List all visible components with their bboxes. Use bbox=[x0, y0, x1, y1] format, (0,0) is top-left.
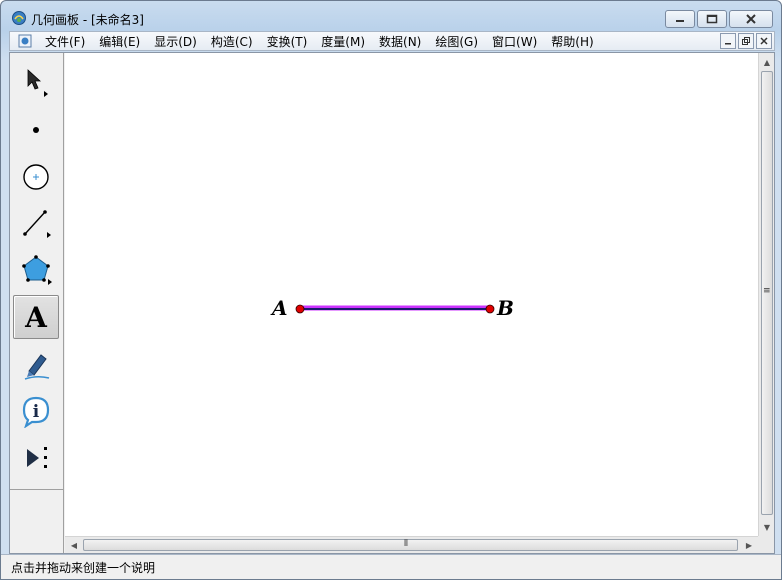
selection-arrow-tool[interactable] bbox=[13, 61, 59, 105]
scroll-right-arrow-icon[interactable]: ▶ bbox=[742, 538, 756, 552]
point-tool[interactable] bbox=[13, 107, 59, 151]
scrollbar-corner bbox=[758, 536, 774, 553]
information-tool[interactable]: i bbox=[13, 389, 59, 433]
vertical-scrollbar[interactable]: ▲ ≡ ▼ bbox=[758, 53, 774, 536]
arrow-select-icon bbox=[27, 69, 48, 97]
scroll-left-arrow-icon[interactable]: ◀ bbox=[67, 538, 81, 552]
doc-close-button[interactable] bbox=[756, 33, 772, 49]
point-b[interactable] bbox=[485, 304, 495, 314]
point-a-label[interactable]: A bbox=[272, 296, 288, 320]
sketch-drawing bbox=[295, 304, 495, 314]
marker-icon bbox=[24, 354, 50, 380]
grip-icon: ⦀ bbox=[404, 539, 408, 549]
restore-icon bbox=[742, 37, 750, 45]
menu-graph[interactable]: 绘图(G) bbox=[428, 33, 485, 50]
menu-edit[interactable]: 编辑(E) bbox=[92, 33, 147, 50]
toolbox-divider bbox=[10, 489, 63, 490]
document-icon[interactable] bbox=[18, 34, 32, 48]
close-icon bbox=[746, 14, 756, 24]
app-logo-icon bbox=[12, 11, 26, 25]
custom-tool-icon bbox=[27, 447, 47, 468]
close-button[interactable] bbox=[729, 10, 773, 28]
menu-help[interactable]: 帮助(H) bbox=[544, 33, 600, 50]
close-icon bbox=[760, 37, 768, 45]
grip-icon: ≡ bbox=[763, 286, 771, 296]
polygon-tool[interactable] bbox=[13, 248, 59, 292]
svg-text:i: i bbox=[33, 402, 40, 422]
compass-tool[interactable] bbox=[13, 154, 59, 198]
minimize-icon bbox=[676, 20, 684, 22]
menu-display[interactable]: 显示(D) bbox=[147, 33, 204, 50]
minimize-button[interactable] bbox=[665, 10, 695, 28]
doc-restore-button[interactable] bbox=[738, 33, 754, 49]
marker-tool[interactable] bbox=[13, 342, 59, 386]
point-b-label[interactable]: B bbox=[497, 296, 514, 320]
title-bar[interactable]: 几何画板 - [未命名3] bbox=[1, 1, 781, 31]
information-icon: i bbox=[22, 396, 50, 428]
app-window: 几何画板 - [未命名3] 文件(F) 编辑(E) 显示(D) 构造(C) 变换… bbox=[0, 0, 782, 580]
menu-bar: 文件(F) 编辑(E) 显示(D) 构造(C) 变换(T) 度量(M) 数据(N… bbox=[9, 31, 775, 51]
menu-window[interactable]: 窗口(W) bbox=[485, 33, 544, 50]
custom-tool[interactable] bbox=[13, 436, 59, 480]
straightedge-icon bbox=[23, 210, 51, 238]
point-a[interactable] bbox=[295, 304, 305, 314]
status-message: 点击并拖动来创建一个说明 bbox=[11, 561, 156, 575]
document-area: A i A B ▲ ≡ ▼ ◀ ⦀ ▶ bbox=[9, 52, 775, 554]
polygon-icon bbox=[22, 255, 52, 285]
menu-measure[interactable]: 度量(M) bbox=[314, 33, 372, 50]
doc-minimize-button[interactable] bbox=[720, 33, 736, 49]
straightedge-tool[interactable] bbox=[13, 201, 59, 245]
text-icon: A bbox=[25, 300, 47, 334]
minimize-icon bbox=[725, 43, 731, 45]
scroll-up-arrow-icon[interactable]: ▲ bbox=[760, 55, 774, 69]
window-title: 几何画板 - [未命名3] bbox=[31, 13, 144, 27]
text-tool[interactable]: A bbox=[13, 295, 59, 339]
toolbox: A i bbox=[10, 53, 64, 553]
horizontal-scrollbar[interactable]: ◀ ⦀ ▶ bbox=[65, 536, 758, 553]
status-bar: 点击并拖动来创建一个说明 bbox=[1, 554, 781, 579]
menu-data[interactable]: 数据(N) bbox=[372, 33, 428, 50]
horizontal-scroll-thumb[interactable]: ⦀ bbox=[83, 539, 738, 551]
vertical-scroll-thumb[interactable]: ≡ bbox=[761, 71, 773, 515]
scroll-down-arrow-icon[interactable]: ▼ bbox=[760, 520, 774, 534]
maximize-button[interactable] bbox=[697, 10, 727, 28]
compass-icon bbox=[23, 164, 49, 190]
restore-icon bbox=[706, 14, 718, 24]
menu-construct[interactable]: 构造(C) bbox=[204, 33, 260, 50]
point-icon bbox=[33, 127, 39, 133]
menu-transform[interactable]: 变换(T) bbox=[260, 33, 315, 50]
sketch-canvas[interactable]: A B bbox=[65, 53, 758, 536]
menu-file[interactable]: 文件(F) bbox=[38, 33, 92, 50]
